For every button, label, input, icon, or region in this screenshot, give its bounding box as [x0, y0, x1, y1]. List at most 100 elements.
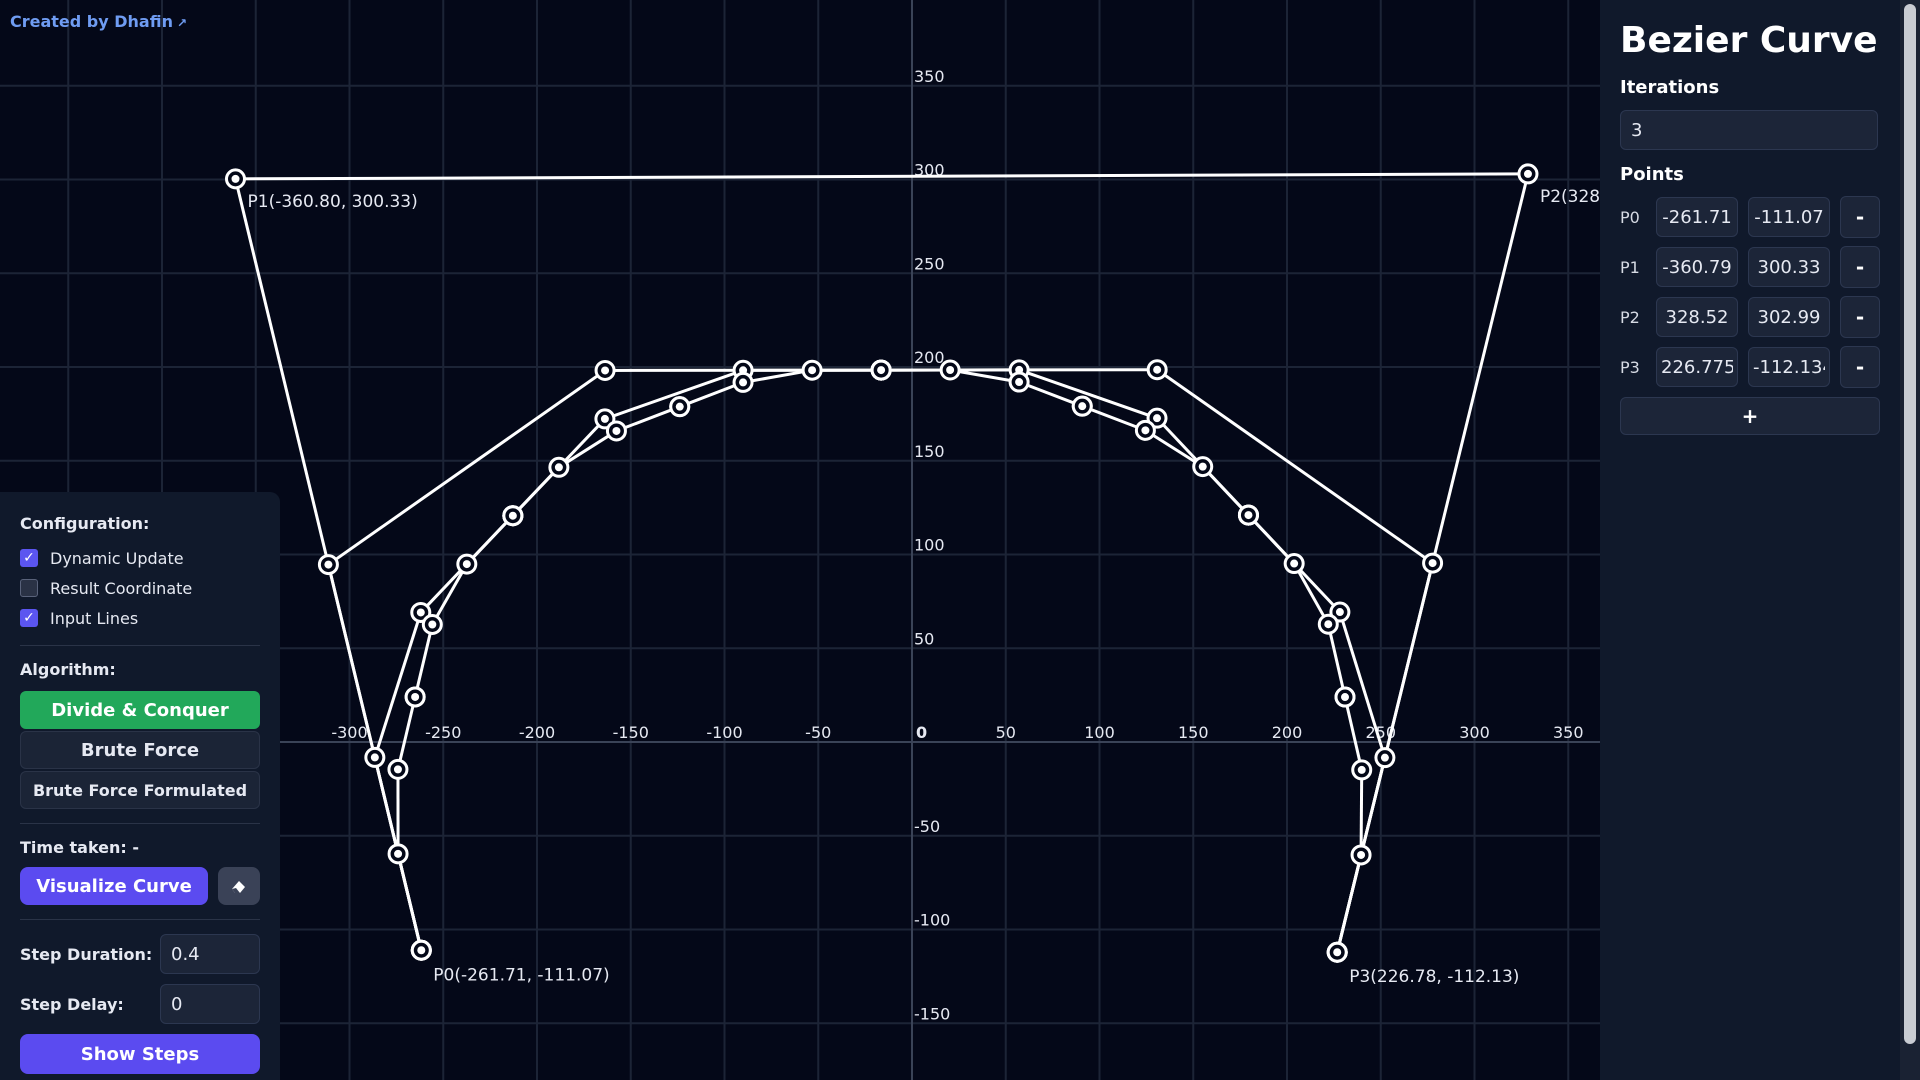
remove-point-button[interactable]: - [1840, 246, 1880, 288]
curve-point-center [1324, 620, 1333, 629]
curve-point-center [1333, 948, 1342, 957]
brute-force-button[interactable]: Brute Force [20, 731, 260, 769]
visualize-curve-button[interactable]: Visualize Curve [20, 867, 208, 905]
option-result-coordinate[interactable]: Result Coordinate [20, 575, 260, 601]
show-steps-button[interactable]: Show Steps [20, 1034, 260, 1074]
curve-point-center [324, 560, 333, 569]
points-list: P0 - P1 - P2 - P3 - [1620, 196, 1880, 388]
result-coordinate-checkbox[interactable] [20, 579, 38, 597]
x-tick-label: -100 [706, 723, 742, 742]
curve-point-center [1335, 608, 1344, 617]
curve-point-center [1153, 365, 1162, 374]
curve-point-center [1428, 559, 1437, 568]
divide-conquer-button[interactable]: Divide & Conquer [20, 691, 260, 729]
x-tick-label: 350 [1553, 723, 1584, 742]
curve-point-center [393, 765, 402, 774]
remove-point-button[interactable]: - [1840, 196, 1880, 238]
config-panel: Configuration: ✓ Dynamic Update Result C… [0, 492, 280, 1080]
y-tick-label: 150 [914, 442, 945, 461]
curve-point-center [1523, 169, 1532, 178]
construction-line [1338, 611, 1387, 759]
y-tick-label: -50 [914, 817, 940, 836]
time-taken: Time taken: - [20, 838, 139, 857]
curve-point-center [508, 511, 517, 520]
dynamic-update-checkbox[interactable]: ✓ [20, 549, 38, 567]
divider [20, 645, 260, 646]
curve-point-center [1380, 753, 1389, 762]
curve-point-center [462, 560, 471, 569]
curve-point-center [231, 174, 240, 183]
x-tick-label: 150 [1178, 723, 1209, 742]
point-name: P3 [1620, 357, 1640, 377]
point-x-input[interactable] [1656, 197, 1738, 237]
remove-point-button[interactable]: - [1840, 346, 1880, 388]
brute-force-formulated-button[interactable]: Brute Force Formulated [20, 771, 260, 809]
point-row-p1: P1 - [1620, 246, 1880, 288]
curve-point-center [739, 378, 748, 387]
construction-line [235, 172, 1528, 181]
curve-point-center [1290, 559, 1299, 568]
dynamic-update-label: Dynamic Update [50, 548, 184, 568]
control-point-label: P2(328.52, 302.99) [1540, 187, 1600, 207]
x-tick-label: 200 [1272, 723, 1303, 742]
step-delay-input[interactable] [160, 984, 260, 1024]
algorithm-heading: Algorithm: [20, 660, 116, 679]
external-link-icon: ↗ [176, 16, 188, 30]
y-tick-label: 200 [914, 348, 945, 367]
construction-line [396, 853, 423, 951]
x-tick-label: -200 [519, 723, 555, 742]
step-duration-label: Step Duration: [20, 944, 153, 964]
curve-point-center [554, 463, 563, 472]
credit-text[interactable]: Created by Dhafin [10, 12, 173, 31]
credit-link[interactable]: Created by Dhafin ↗ [10, 12, 187, 31]
remove-point-button[interactable]: - [1840, 296, 1880, 338]
curve-point-center [1244, 511, 1253, 520]
x-tick-label: 100 [1084, 723, 1115, 742]
point-y-input[interactable] [1748, 297, 1830, 337]
point-x-input[interactable] [1656, 347, 1738, 387]
eraser-icon[interactable] [218, 867, 260, 905]
curve-point-center [416, 608, 425, 617]
divider [20, 919, 260, 920]
point-y-input[interactable] [1748, 247, 1830, 287]
x-tick-label: 50 [996, 723, 1016, 742]
input-lines-checkbox[interactable]: ✓ [20, 609, 38, 627]
scrollbar-thumb[interactable] [1904, 4, 1916, 1044]
add-point-button[interactable]: + [1620, 397, 1880, 435]
construction-line [373, 612, 423, 758]
curve-point-center [1341, 693, 1350, 702]
curve-point-center [1015, 378, 1024, 387]
curve-point-center [417, 946, 426, 955]
iterations-input[interactable] [1620, 110, 1878, 150]
result-coordinate-label: Result Coordinate [50, 578, 193, 598]
curve-point-center [1078, 402, 1087, 411]
curve-point-center [1198, 462, 1207, 471]
point-y-input[interactable] [1748, 197, 1830, 237]
curve-point-center [1357, 850, 1366, 859]
x-tick-label: -250 [425, 723, 461, 742]
iterations-label: Iterations [1620, 77, 1720, 98]
right-panel: Bezier Curve Iterations Points P0 - P1 -… [1600, 0, 1900, 1080]
x-tick-label: 300 [1459, 723, 1490, 742]
step-duration-input[interactable] [160, 934, 260, 974]
point-name: P2 [1620, 307, 1640, 327]
construction-line [1335, 854, 1363, 953]
point-x-input[interactable] [1656, 247, 1738, 287]
curve-point-center [946, 366, 955, 375]
curve-point-center [370, 753, 379, 762]
y-tick-label: 350 [914, 67, 945, 86]
curve-point-center [1357, 765, 1366, 774]
scrollbar[interactable] [1900, 0, 1920, 1080]
point-y-input[interactable] [1748, 347, 1830, 387]
construction-line [1343, 696, 1364, 771]
step-delay-label: Step Delay: [20, 994, 124, 1014]
construction-line [413, 624, 434, 698]
option-dynamic-update[interactable]: ✓ Dynamic Update [20, 545, 260, 571]
curve-point-center [1141, 426, 1150, 435]
y-tick-label: 250 [914, 254, 945, 273]
point-x-input[interactable] [1656, 297, 1738, 337]
option-input-lines[interactable]: ✓ Input Lines [20, 605, 260, 631]
curve-point-center [612, 426, 621, 435]
x-tick-label: -50 [805, 723, 831, 742]
input-lines-label: Input Lines [50, 608, 139, 628]
